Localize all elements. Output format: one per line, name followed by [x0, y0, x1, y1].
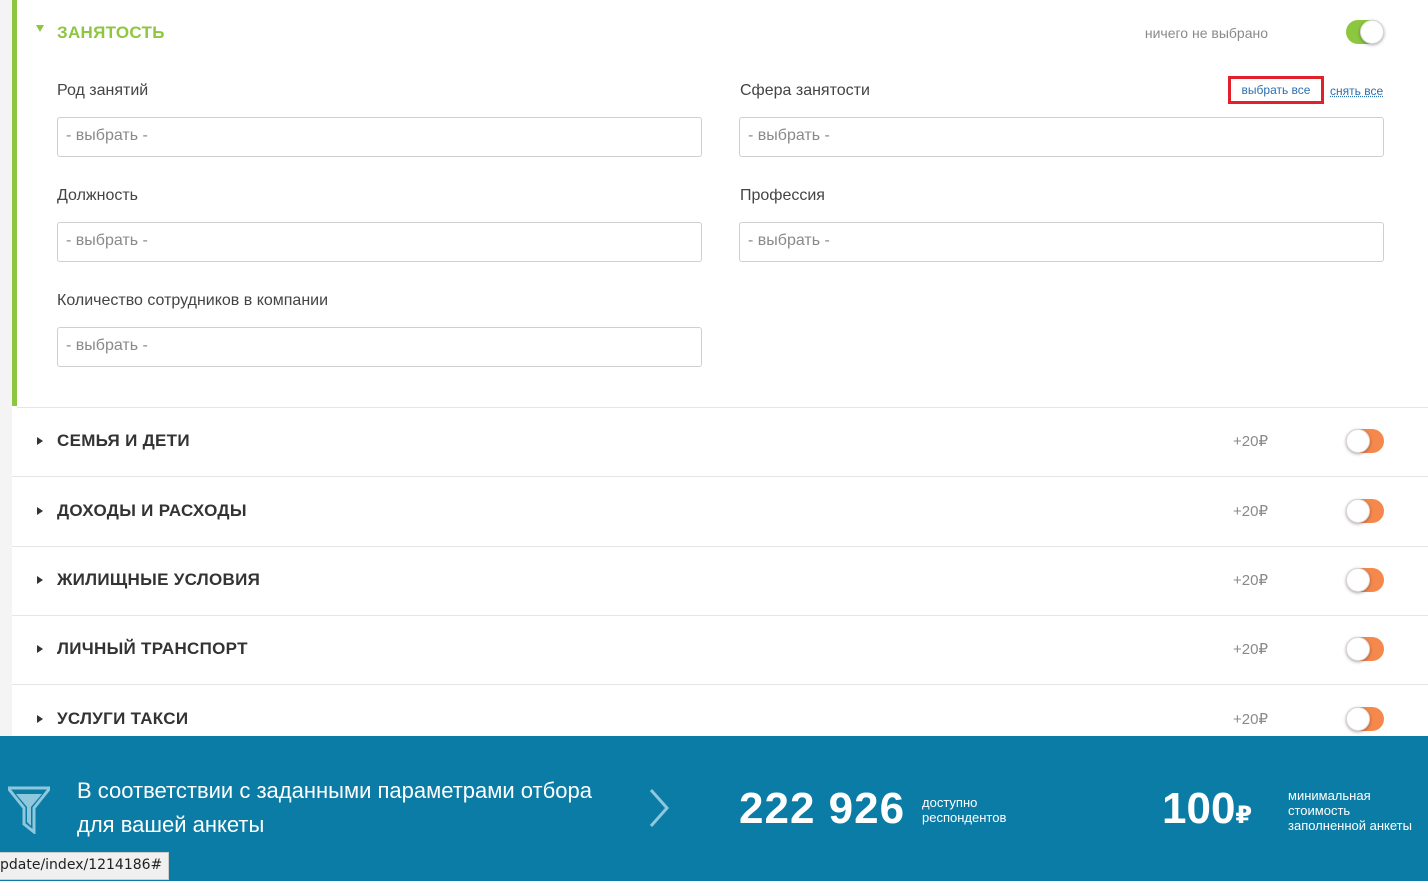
caret-right-icon	[37, 437, 43, 445]
price-caption: минимальная стоимость заполненной анкеты	[1288, 788, 1412, 833]
section-title: ЖИЛИЩНЫЕ УСЛОВИЯ	[57, 570, 261, 589]
section-price: +20₽	[1233, 641, 1268, 658]
browser-status-url: pdate/index/1214186#	[0, 852, 170, 880]
section-row-transport[interactable]: ЛИЧНЫЙ ТРАНСПОРТ +20₽	[12, 615, 1428, 685]
min-price: 100₽	[1162, 784, 1252, 834]
section-toggle[interactable]	[1346, 707, 1384, 731]
section-toggle[interactable]	[1346, 499, 1384, 523]
toggle-knob	[1346, 499, 1370, 523]
section-title: СЕМЬЯ И ДЕТИ	[57, 431, 190, 450]
section-title: ЛИЧНЫЙ ТРАНСПОРТ	[57, 639, 248, 658]
field-label-industry: Сфера занятости	[740, 82, 870, 99]
toggle-knob	[1346, 637, 1370, 661]
section-toggle[interactable]	[1346, 637, 1384, 661]
toggle-knob	[1346, 568, 1370, 592]
select-all-link[interactable]: выбрать все	[1228, 76, 1324, 104]
occupation-select[interactable]: - выбрать -	[57, 117, 702, 157]
company-size-select[interactable]: - выбрать -	[57, 327, 702, 367]
selection-status: ничего не выбрано	[1144, 25, 1268, 41]
summary-footer: В соответствии с заданными параметрами о…	[0, 736, 1428, 881]
funnel-icon	[8, 786, 50, 834]
profession-select[interactable]: - выбрать -	[739, 222, 1384, 262]
min-price-value: 100	[1162, 784, 1236, 833]
toggle-knob	[1346, 429, 1370, 453]
section-title: УСЛУГИ ТАКСИ	[57, 709, 189, 728]
section-price: +20₽	[1233, 433, 1268, 450]
section-price: +20₽	[1233, 572, 1268, 589]
toggle-knob	[1360, 20, 1384, 44]
caret-down-icon	[36, 25, 44, 32]
section-row-housing[interactable]: ЖИЛИЩНЫЕ УСЛОВИЯ +20₽	[12, 546, 1428, 616]
currency-sign: ₽	[1235, 802, 1253, 829]
section-employment-header[interactable]: ЗАНЯТОСТЬ ничего не выбрано	[17, 16, 1428, 50]
respondents-caption: доступно респондентов	[922, 795, 1007, 825]
field-label-occupation: Род занятий	[57, 82, 149, 99]
industry-select[interactable]: - выбрать -	[739, 117, 1384, 157]
caret-right-icon	[37, 507, 43, 515]
respondents-count: 222 926	[739, 784, 906, 833]
field-label-company-size: Количество сотрудников в компании	[57, 292, 329, 309]
section-price: +20₽	[1233, 711, 1268, 728]
section-toggle[interactable]	[1346, 568, 1384, 592]
field-label-position: Должность	[57, 187, 138, 204]
toggle-knob	[1346, 707, 1370, 731]
section-title: ЗАНЯТОСТЬ	[57, 23, 165, 42]
section-row-income[interactable]: ДОХОДЫ И РАСХОДЫ +20₽	[12, 477, 1428, 547]
chevron-right-icon	[649, 789, 670, 827]
caret-right-icon	[37, 576, 43, 584]
section-toggle[interactable]	[1346, 20, 1384, 44]
footer-description: В соответствии с заданными параметрами о…	[77, 778, 592, 837]
clear-all-link[interactable]: снять все	[1330, 84, 1383, 98]
caret-right-icon	[37, 645, 43, 653]
section-toggle[interactable]	[1346, 429, 1384, 453]
section-price: +20₽	[1233, 503, 1268, 520]
section-title: ДОХОДЫ И РАСХОДЫ	[57, 501, 247, 520]
section-row-family[interactable]: СЕМЬЯ И ДЕТИ +20₽	[12, 407, 1428, 477]
position-select[interactable]: - выбрать -	[57, 222, 702, 262]
field-label-profession: Профессия	[740, 187, 825, 204]
left-strip	[0, 0, 12, 736]
caret-right-icon	[37, 715, 43, 723]
